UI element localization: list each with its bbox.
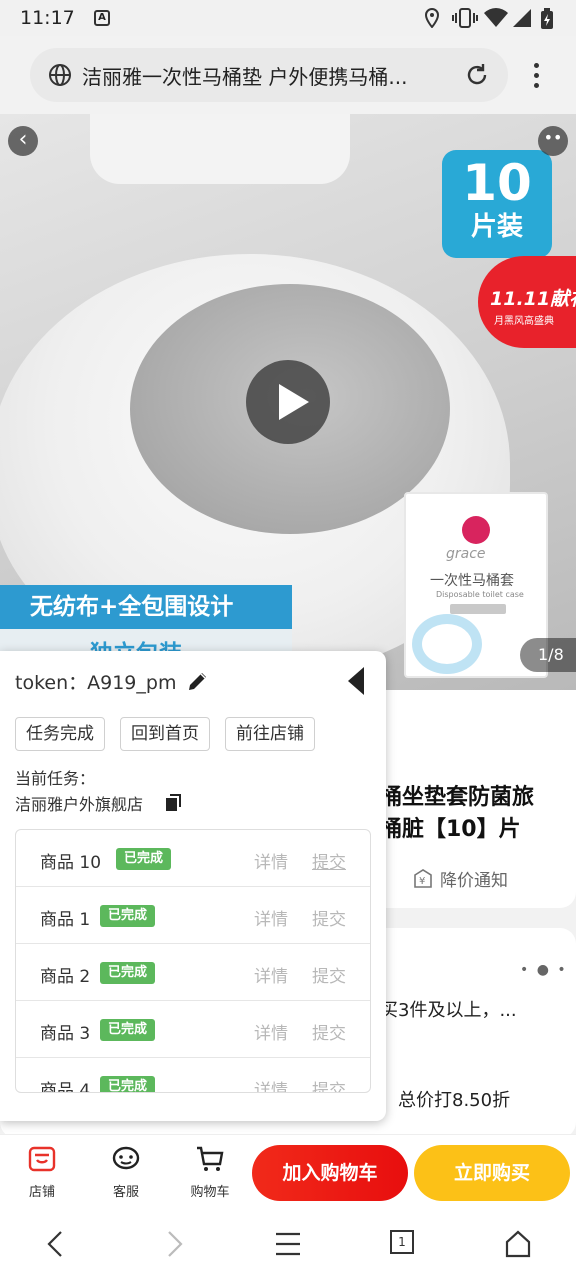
- status-time: 11:17: [20, 7, 75, 29]
- task-list: 商品 10 已完成 详情 提交 商品 1 已完成 详情 提交 商品 2 已完成 …: [15, 829, 371, 1093]
- task-name: 商品 2: [40, 967, 91, 987]
- submit-link[interactable]: 提交: [312, 962, 346, 987]
- task-name: 商品 4: [40, 1081, 91, 1093]
- home-button[interactable]: 回到首页: [120, 717, 210, 751]
- system-navigation-bar: 1: [0, 1210, 576, 1280]
- task-row: 商品 1 已完成 详情 提交: [16, 887, 370, 944]
- product-title-line2: 桶脏【10】片: [380, 817, 521, 842]
- browser-menu-icon[interactable]: [524, 60, 548, 92]
- price-alert-label: 降价通知: [440, 871, 508, 891]
- location-icon: [424, 8, 440, 28]
- service-label: 客服: [112, 1185, 139, 1200]
- task-row: 商品 2 已完成 详情 提交: [16, 944, 370, 1001]
- current-task-label: 当前任务：: [15, 769, 96, 788]
- package-sub: Disposable toilet case: [436, 590, 524, 599]
- task-row: 商品 10 已完成 详情 提交: [16, 830, 370, 887]
- nav-menu-icon[interactable]: [274, 1228, 302, 1260]
- promotion-text-1[interactable]: 买3件及以上，...: [380, 996, 517, 1022]
- detail-link[interactable]: 详情: [254, 905, 288, 930]
- detail-link[interactable]: 详情: [254, 848, 288, 873]
- package-brand: grace: [446, 546, 486, 562]
- badge-count: 10: [462, 154, 532, 212]
- task-row: 商品 3 已完成 详情 提交: [16, 1001, 370, 1058]
- customer-service-icon: [112, 1146, 140, 1170]
- submit-link[interactable]: 提交: [312, 1019, 346, 1044]
- toilet-tank-shape: [90, 114, 350, 184]
- wifi-icon: [484, 8, 508, 27]
- detail-link[interactable]: 详情: [254, 1076, 288, 1092]
- detail-link[interactable]: 详情: [254, 962, 288, 987]
- shop-tab[interactable]: 店铺: [12, 1143, 72, 1200]
- shop-icon: [28, 1146, 56, 1172]
- product-image-carousel[interactable]: 10 片装 11.11献礼 月黑风高盛典 无纺布+全包围设计 独立包装 grac…: [0, 114, 576, 690]
- nav-home-icon[interactable]: [504, 1228, 532, 1260]
- badge-unit: 片装: [470, 212, 523, 242]
- url-text[interactable]: 洁丽雅一次性马桶垫 户外便携马桶...: [82, 61, 454, 90]
- battery-icon: [541, 8, 553, 29]
- brand-logo: [462, 516, 490, 544]
- status-badge: 已完成: [116, 848, 172, 870]
- svg-text:¥: ¥: [419, 876, 425, 887]
- submit-link[interactable]: 提交: [312, 848, 346, 873]
- add-to-cart-button[interactable]: 加入购物车: [252, 1145, 408, 1201]
- copy-icon[interactable]: [164, 793, 184, 813]
- current-shop-name: 洁丽雅户外旗舰店: [15, 795, 144, 814]
- promotion-text-2[interactable]: ，总价打8.50折: [380, 1086, 510, 1112]
- submit-link[interactable]: 提交: [312, 905, 346, 930]
- nav-tabs-icon[interactable]: 1: [390, 1230, 414, 1254]
- price-tag-icon: ¥: [414, 869, 432, 888]
- nav-forward-icon[interactable]: [162, 1228, 186, 1260]
- package-swirl: [412, 614, 482, 674]
- package-chip: [450, 604, 506, 614]
- reload-icon[interactable]: [464, 62, 490, 88]
- shop-label: 店铺: [28, 1185, 55, 1200]
- buy-now-button[interactable]: 立即购买: [414, 1145, 570, 1201]
- count-badge: 10 片装: [442, 150, 552, 258]
- token-label: token：A919_pm: [15, 672, 177, 694]
- status-badge: 已完成: [100, 1076, 156, 1092]
- product-title: 桶坐垫套防菌旅 桶脏【10】片: [380, 782, 570, 846]
- carousel-dots: • ● •: [520, 962, 568, 978]
- status-badge: 已完成: [100, 905, 156, 927]
- product-title-line1: 桶坐垫套防菌旅: [380, 785, 535, 810]
- price-alert-button[interactable]: ¥ 降价通知: [412, 866, 508, 891]
- status-badge: 已完成: [100, 962, 156, 984]
- more-icon[interactable]: ••: [538, 126, 568, 156]
- edit-icon[interactable]: [186, 669, 210, 693]
- globe-icon: [49, 64, 71, 86]
- promo-tag: 11.11献礼 月黑风高盛典: [478, 256, 576, 348]
- status-bar: 11:17 A: [0, 0, 576, 36]
- image-counter: 1/8: [520, 638, 576, 672]
- task-name: 商品 1: [40, 910, 91, 930]
- detail-link[interactable]: 详情: [254, 1019, 288, 1044]
- task-row: 商品 4 已完成 详情 提交: [16, 1058, 370, 1093]
- task-name: 商品 3: [40, 1024, 91, 1044]
- promo-main: 11.11献礼: [490, 288, 576, 310]
- bottom-action-bar: 店铺 客服 购物车 加入购物车 立即购买: [0, 1134, 576, 1210]
- cart-icon: [197, 1146, 224, 1171]
- task-panel: token：A919_pm 任务完成 回到首页 前往店铺 当前任务： 洁丽雅户外…: [0, 651, 386, 1121]
- package-name: 一次性马桶套: [430, 573, 514, 589]
- submit-link[interactable]: 提交: [312, 1076, 346, 1092]
- task-complete-button[interactable]: 任务完成: [15, 717, 105, 751]
- collapse-panel-icon[interactable]: [348, 667, 364, 695]
- signal-icon: [513, 9, 531, 27]
- task-name: 商品 10: [40, 853, 102, 873]
- promo-sub: 月黑风高盛典: [494, 316, 554, 327]
- cart-tab[interactable]: 购物车: [180, 1143, 240, 1200]
- service-tab[interactable]: 客服: [96, 1143, 156, 1200]
- address-bar[interactable]: 洁丽雅一次性马桶垫 户外便携马桶...: [30, 48, 508, 102]
- back-icon[interactable]: ‹: [8, 126, 38, 156]
- play-video-button[interactable]: [246, 360, 330, 444]
- feature-banner: 无纺布+全包围设计: [0, 585, 292, 629]
- cart-label: 购物车: [190, 1185, 230, 1200]
- status-badge: 已完成: [100, 1019, 156, 1041]
- go-to-shop-button[interactable]: 前往店铺: [225, 717, 315, 751]
- vibrate-icon: [452, 8, 478, 28]
- notification-a-icon: A: [94, 10, 110, 26]
- nav-back-icon[interactable]: [44, 1228, 68, 1260]
